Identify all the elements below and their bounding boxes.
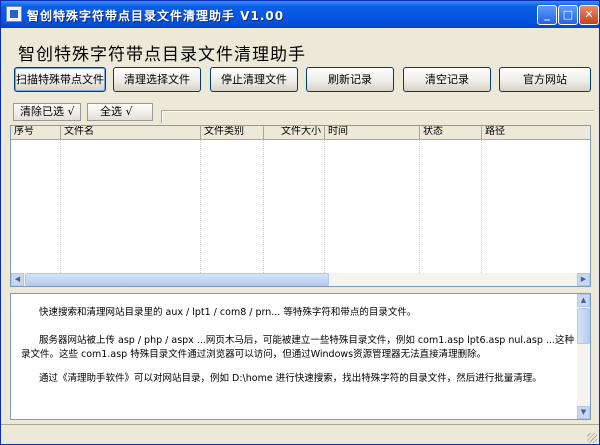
description-textarea[interactable]: 快速搜索和清理网站目录里的 aux / lpt1 / com8 / prn...… <box>10 293 591 420</box>
clear-records-button[interactable]: 清空记录 <box>403 67 491 92</box>
grid-line <box>200 140 201 273</box>
app-icon <box>6 6 22 22</box>
select-all-button[interactable]: 全选 √ <box>87 103 153 121</box>
column-path[interactable]: 路径 <box>482 126 590 139</box>
refresh-button[interactable]: 刷新记录 <box>306 67 394 92</box>
title-bar[interactable]: 智创特殊字符带点目录文件清理助手 V1.00 _ □ ✕ <box>1 1 599 28</box>
clean-selected-button[interactable]: 清理选择文件 <box>113 67 201 92</box>
grid-line <box>419 140 420 273</box>
close-button[interactable]: ✕ <box>579 5 599 25</box>
list-horizontal-scrollbar[interactable]: ◀ ▶ <box>11 273 590 286</box>
column-filename[interactable]: 文件名 <box>61 126 201 139</box>
column-time[interactable]: 时间 <box>325 126 420 139</box>
column-index[interactable]: 序号 <box>11 126 61 139</box>
text-vertical-scrollbar[interactable]: ▲ ▼ <box>577 294 590 419</box>
grid-line <box>481 140 482 273</box>
scrollbar-thumb[interactable] <box>25 273 329 286</box>
grid-line <box>263 140 264 273</box>
column-status[interactable]: 状态 <box>420 126 482 139</box>
scan-button[interactable]: 扫描特殊带点文件 <box>14 67 106 92</box>
description-line: 录文件。这些 com1.asp 特殊目录文件通过浏览器可以访问，但通过Windo… <box>21 349 487 360</box>
description-line: 通过《清理助手软件》可以对网站目录，例如 D:\home 进行快速搜索，找出特殊… <box>39 373 542 384</box>
clear-selected-button[interactable]: 清除已选 √ <box>13 103 81 121</box>
resize-grip-icon[interactable] <box>587 433 597 443</box>
app-heading: 智创特殊字符带点目录文件清理助手 <box>18 45 306 65</box>
column-filetype[interactable]: 文件类别 <box>201 126 264 139</box>
maximize-button[interactable]: □ <box>558 5 578 25</box>
description-line: 服务器网站被上传 asp / php / aspx ...网页木马后，可能被建立… <box>39 335 574 346</box>
arrow-left-icon[interactable]: ◀ <box>11 273 24 286</box>
grid-line <box>60 140 61 273</box>
description-line: 快速搜索和清理网站目录里的 aux / lpt1 / com8 / prn...… <box>39 307 417 318</box>
divider-groove <box>161 110 594 123</box>
arrow-up-icon[interactable]: ▲ <box>577 294 590 307</box>
website-button[interactable]: 官方网站 <box>499 67 591 92</box>
main-window: 智创特殊字符带点目录文件清理助手 V1.00 _ □ ✕ 智创特殊字符带点目录文… <box>0 0 600 445</box>
arrow-right-icon[interactable]: ▶ <box>577 273 590 286</box>
minimize-button[interactable]: _ <box>537 5 557 25</box>
grid-line <box>324 140 325 273</box>
stop-clean-button[interactable]: 停止清理文件 <box>210 67 298 92</box>
file-list[interactable]: 序号 文件名 文件类别 文件大小 时间 状态 路径 ◀ ▶ <box>10 125 591 287</box>
list-header: 序号 文件名 文件类别 文件大小 时间 状态 路径 <box>11 126 590 140</box>
arrow-down-icon[interactable]: ▼ <box>577 406 590 419</box>
column-filesize[interactable]: 文件大小 <box>264 126 325 139</box>
window-title: 智创特殊字符带点目录文件清理助手 V1.00 <box>27 9 285 23</box>
scrollbar-thumb[interactable] <box>577 308 590 344</box>
status-bar <box>1 424 599 444</box>
